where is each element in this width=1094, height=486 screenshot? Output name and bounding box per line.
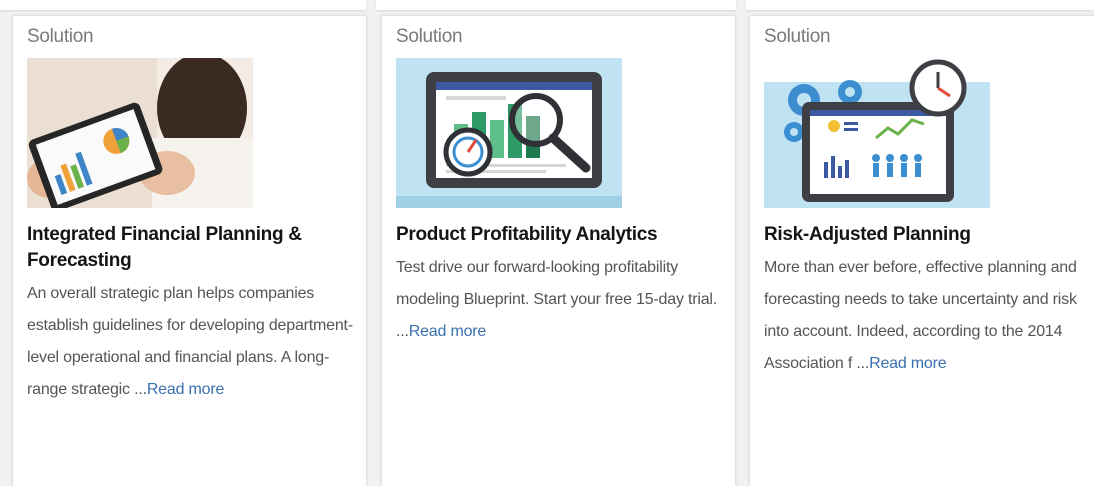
card-category-label: Solution (764, 26, 831, 47)
card-category-label: Solution (27, 26, 94, 47)
card-description: Test drive our forward-looking profitabi… (396, 252, 725, 348)
card-description: More than ever before, effective plannin… (764, 252, 1084, 380)
read-more-link[interactable]: Read more (869, 355, 947, 372)
read-more-link[interactable]: Read more (147, 381, 225, 398)
tablet-chart-image (27, 58, 253, 208)
card-top-edge (376, 0, 736, 10)
solution-card[interactable]: Solution Risk-Adjusted Planning More tha… (750, 16, 1094, 486)
card-image-tablet-photo[interactable] (27, 58, 253, 208)
card-title[interactable]: Product Profitability Analytics (396, 222, 725, 248)
solution-card[interactable]: Solution Integrated Financial Planning &… (13, 16, 366, 486)
card-image-risk-planning[interactable] (764, 58, 990, 208)
profitability-dashboard-image (396, 58, 622, 208)
card-image-profitability[interactable] (396, 58, 622, 208)
solution-card[interactable]: Solution Product Profitability Analytics… (382, 16, 735, 486)
card-title[interactable]: Risk-Adjusted Planning (764, 222, 1084, 248)
card-title[interactable]: Integrated Financial Planning & Forecast… (27, 222, 356, 274)
card-description: An overall strategic plan helps companie… (27, 278, 356, 406)
risk-planning-image (764, 58, 990, 208)
card-category-label: Solution (396, 26, 463, 47)
card-top-edge (746, 0, 1094, 10)
card-top-edge (0, 0, 366, 10)
read-more-link[interactable]: Read more (409, 323, 487, 340)
